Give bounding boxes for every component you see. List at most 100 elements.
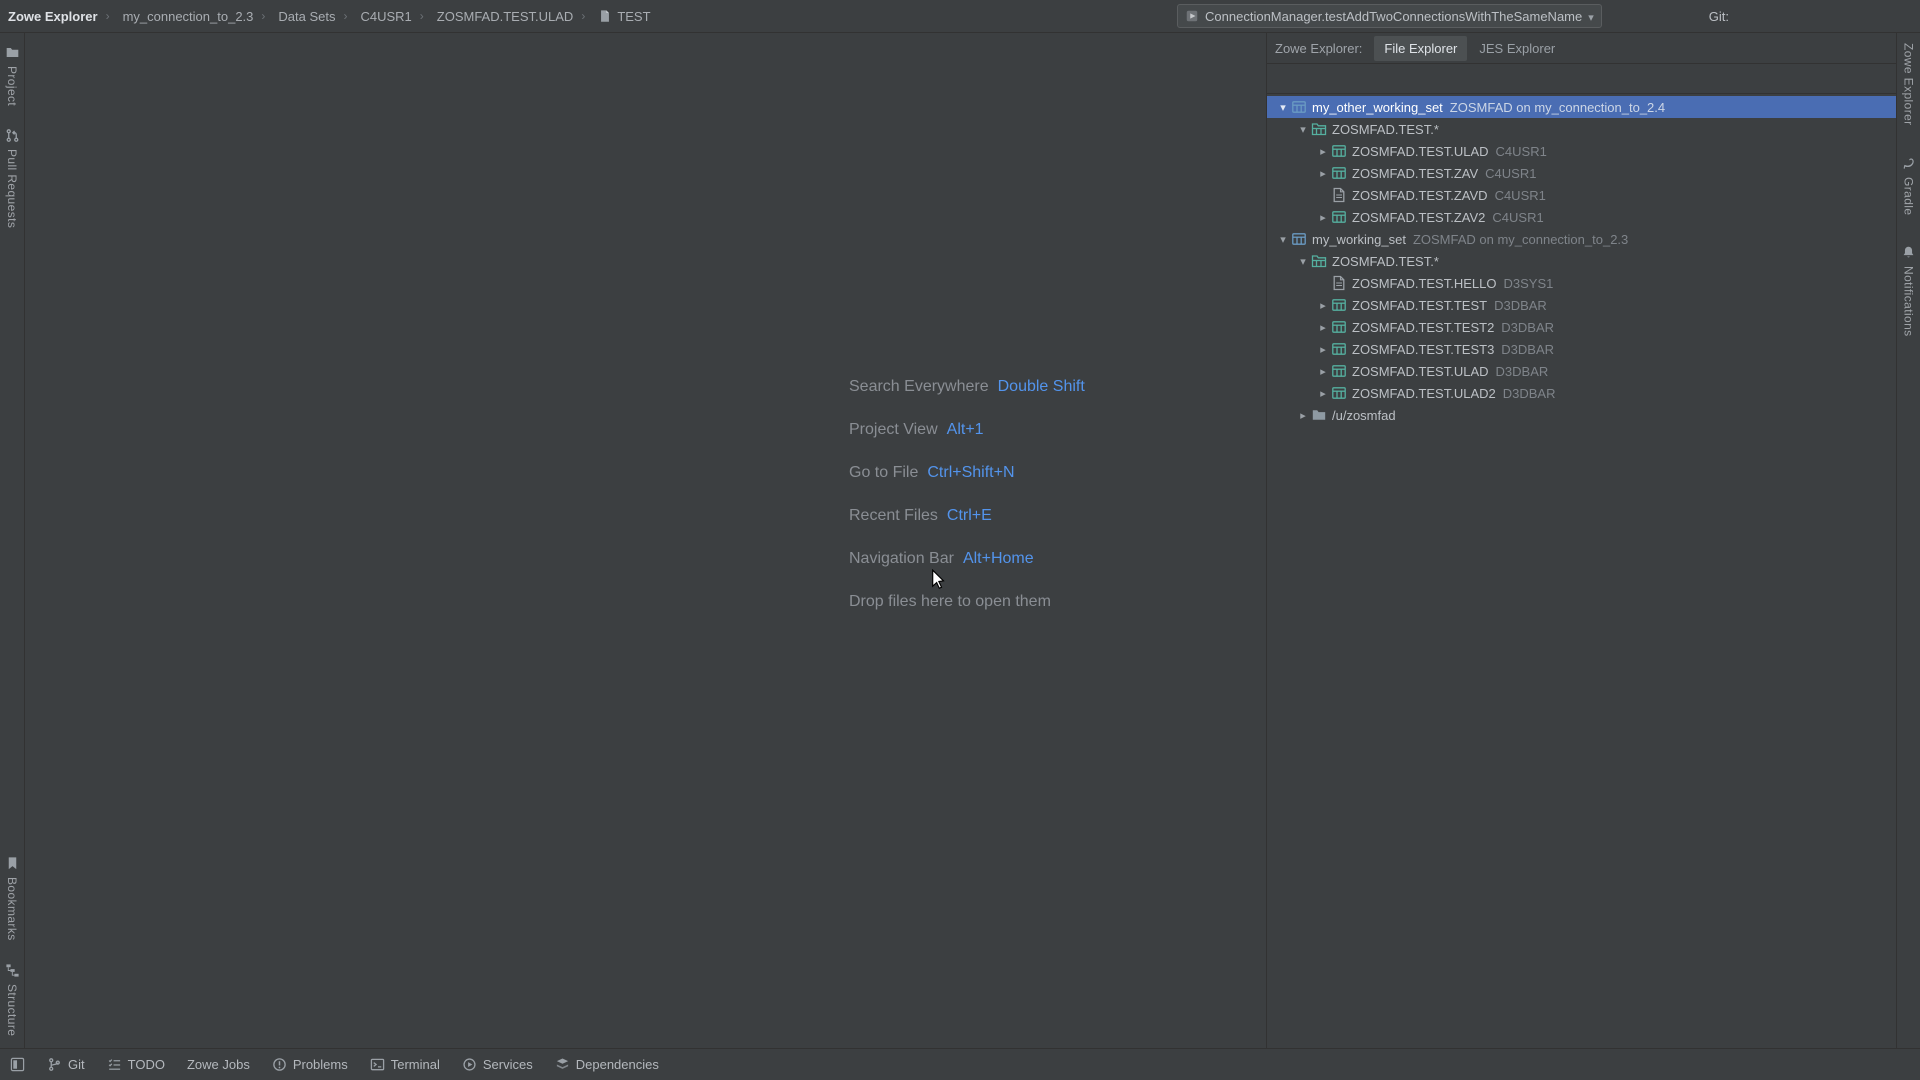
shortcut-hint: Go to File Ctrl+Shift+N (849, 451, 1085, 494)
chevron-icon[interactable] (1315, 145, 1331, 158)
toolwindow-button-label: Pull Requests (5, 149, 19, 228)
tree-row[interactable]: ZOSMFAD.TEST.ZAV C4USR1 (1267, 162, 1896, 184)
toolwindow-button[interactable]: Gradle (1901, 156, 1916, 215)
tree-item-detail: C4USR1 (1495, 188, 1546, 203)
toolwindow-button[interactable]: Structure (5, 963, 20, 1036)
status-bar-item-label: TODO (128, 1057, 165, 1072)
tree-item-detail: D3DBAR (1501, 342, 1554, 357)
toolwindow-button-label: Gradle (1902, 177, 1916, 215)
toolwindow-button[interactable]: Notifications (1901, 245, 1916, 337)
status-bar-item[interactable]: Git (47, 1057, 85, 1072)
breadcrumb-item[interactable]: Data Sets (253, 9, 335, 24)
chevron-icon[interactable] (1315, 343, 1331, 356)
dataset-icon (1331, 363, 1347, 379)
status-bar-item[interactable] (10, 1057, 25, 1072)
file-icon (598, 9, 612, 23)
status-bar-item[interactable]: TODO (107, 1057, 165, 1072)
dataset-icon (1331, 209, 1347, 225)
chevron-icon[interactable] (1315, 299, 1331, 312)
chevron-icon[interactable] (1275, 233, 1291, 246)
tree-row[interactable]: ZOSMFAD.TEST.ULAD D3DBAR (1267, 360, 1896, 382)
tool-window-tab[interactable]: File Explorer (1374, 36, 1467, 61)
toolwindow-button[interactable]: Project (5, 45, 20, 106)
tool-window-tab[interactable]: JES Explorer (1469, 36, 1565, 61)
tree-row[interactable]: ZOSMFAD.TEST.ZAV2 C4USR1 (1267, 206, 1896, 228)
run-controls-group (1613, 8, 1692, 24)
pull-requests-icon (5, 128, 20, 143)
todo-icon (107, 1057, 122, 1072)
left-toolwindow-stripe: Project Pull Requests Bookmarks Structur… (0, 33, 25, 1048)
shortcut-hint-label: Recent Files (849, 507, 938, 525)
drop-files-hint: Drop files here to open them (849, 580, 1051, 623)
tree-row[interactable]: ZOSMFAD.TEST.TEST D3DBAR (1267, 294, 1896, 316)
shortcut-hint-label: Navigation Bar (849, 550, 954, 568)
chevron-icon[interactable] (1295, 409, 1311, 422)
status-bar-item[interactable]: Services (462, 1057, 533, 1072)
tree-row[interactable]: my_working_set ZOSMFAD on my_connection_… (1267, 228, 1896, 250)
tree-row[interactable]: /u/zosmfad (1267, 404, 1896, 426)
tree-item-label: ZOSMFAD.TEST.HELLO (1352, 276, 1496, 291)
status-bar-item-label: Zowe Jobs (187, 1057, 250, 1072)
tree-item-label: ZOSMFAD.TEST.ZAV2 (1352, 210, 1485, 225)
breadcrumb-item-label: ZOSMFAD.TEST.ULAD (437, 9, 574, 24)
breadcrumb-item[interactable]: TEST (573, 9, 650, 24)
status-bar-item-label: Git (68, 1057, 85, 1072)
shortcut-hints: Search Everywhere Double Shift Project V… (849, 365, 1085, 580)
git-label: Git: (1709, 9, 1729, 24)
chevron-icon[interactable] (1315, 167, 1331, 180)
tree-item-detail: D3DBAR (1494, 298, 1547, 313)
chevron-icon[interactable] (1295, 123, 1311, 136)
tree-row[interactable]: ZOSMFAD.TEST.* (1267, 250, 1896, 272)
status-bar-item[interactable]: Terminal (370, 1057, 440, 1072)
status-bar-item[interactable]: Problems (272, 1057, 348, 1072)
toolwindow-button-label: Zowe Explorer (1902, 43, 1916, 126)
tree-row[interactable]: ZOSMFAD.TEST.HELLO D3SYS1 (1267, 272, 1896, 294)
dataset-icon (1331, 319, 1347, 335)
gradle-icon (1901, 156, 1916, 171)
chevron-icon[interactable] (1315, 387, 1331, 400)
tool-window-header-actions (1851, 40, 1888, 56)
tree-row[interactable]: ZOSMFAD.TEST.ZAVD C4USR1 (1267, 184, 1896, 206)
build-group (1129, 8, 1166, 24)
status-bar-item[interactable]: Zowe Jobs (187, 1057, 250, 1072)
tree-row[interactable]: ZOSMFAD.TEST.TEST3 D3DBAR (1267, 338, 1896, 360)
chevron-icon[interactable] (1315, 321, 1331, 334)
problems-icon (272, 1057, 287, 1072)
run-config-label: ConnectionManager.testAddTwoConnectionsW… (1205, 9, 1582, 24)
tree-item-detail: C4USR1 (1485, 166, 1536, 181)
shortcut-hint-label: Search Everywhere (849, 378, 989, 396)
toolwindow-button-label: Bookmarks (5, 877, 19, 941)
status-bar-item[interactable]: Dependencies (555, 1057, 659, 1072)
toolwindow-button-label: Project (5, 66, 19, 106)
breadcrumb-item[interactable]: ZOSMFAD.TEST.ULAD (412, 9, 574, 24)
chevron-icon[interactable] (1315, 365, 1331, 378)
tree-row[interactable]: ZOSMFAD.TEST.ULAD2 D3DBAR (1267, 382, 1896, 404)
breadcrumb-item[interactable]: C4USR1 (335, 9, 411, 24)
tree-row[interactable]: my_other_working_set ZOSMFAD on my_conne… (1267, 96, 1896, 118)
left-stripe-top: Project Pull Requests (5, 45, 20, 228)
tree-item-detail: D3DBAR (1503, 386, 1556, 401)
chevron-icon[interactable] (1295, 255, 1311, 268)
services-icon (462, 1057, 477, 1072)
tree-item-label: ZOSMFAD.TEST.ULAD (1352, 364, 1489, 379)
tree-row[interactable]: ZOSMFAD.TEST.ULAD C4USR1 (1267, 140, 1896, 162)
breadcrumb-item[interactable]: Zowe Explorer (8, 9, 98, 24)
shortcut-hint-key: Alt+Home (963, 550, 1034, 568)
shortcut-hint-key: Alt+1 (947, 421, 984, 439)
toolwindow-button[interactable]: Pull Requests (5, 128, 20, 228)
chevron-icon[interactable] (1275, 101, 1291, 114)
toolwindow-button[interactable]: Zowe Explorer (1902, 43, 1916, 126)
breadcrumb-item[interactable]: my_connection_to_2.3 (98, 9, 254, 24)
breadcrumb-item-label: my_connection_to_2.3 (123, 9, 254, 24)
tree-item-detail: D3SYS1 (1503, 276, 1553, 291)
tree-row[interactable]: ZOSMFAD.TEST.* (1267, 118, 1896, 140)
toolwindow-button[interactable]: Bookmarks (5, 856, 20, 941)
status-bar-item-label: Terminal (391, 1057, 440, 1072)
toolwindow-button-label: Structure (5, 984, 19, 1036)
tree-item-detail: C4USR1 (1496, 144, 1547, 159)
tree-row[interactable]: ZOSMFAD.TEST.TEST2 D3DBAR (1267, 316, 1896, 338)
run-config-select[interactable]: ConnectionManager.testAddTwoConnectionsW… (1177, 4, 1602, 28)
right-toolwindow-stripe: Zowe Explorer Gradle Notifications (1896, 33, 1920, 1048)
chevron-icon[interactable] (1315, 211, 1331, 224)
dataset-mask-icon (1311, 121, 1327, 137)
